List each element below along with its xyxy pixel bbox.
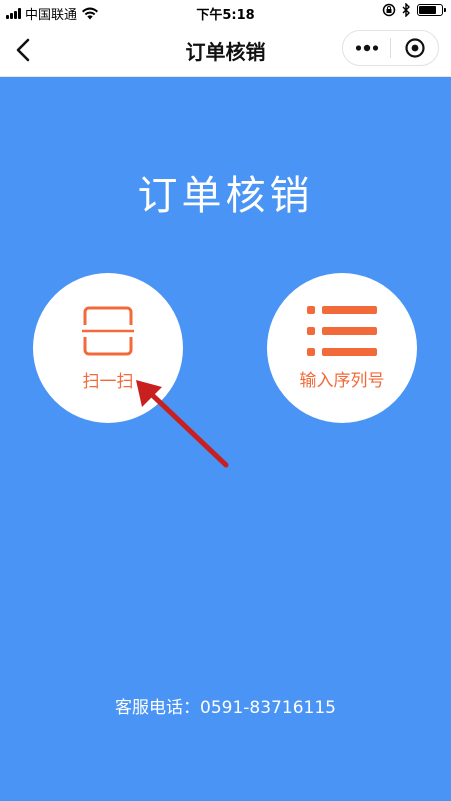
- battery-fill: [419, 6, 437, 14]
- target-close-icon: [404, 38, 425, 58]
- serial-label: 输入序列号: [299, 370, 385, 391]
- chevron-left-icon: [16, 38, 30, 62]
- enter-serial-button[interactable]: 输入序列号: [267, 273, 417, 423]
- page-title: 订单核销: [137, 173, 314, 219]
- scan-button[interactable]: 扫一扫: [33, 273, 183, 423]
- customer-service-hotline: 客服电话：0591-83716115: [115, 698, 336, 718]
- status-bar: 中国联通 下午5:18: [0, 0, 451, 24]
- mini-program-capsule: [342, 30, 439, 66]
- scan-frame-icon: [82, 306, 134, 355]
- nav-bar: 订单核销: [0, 24, 451, 77]
- scan-label: 扫一扫: [82, 371, 134, 392]
- battery-icon: [417, 4, 446, 16]
- status-right: [382, 3, 446, 17]
- list-icon: [307, 305, 377, 356]
- more-dots-icon: [355, 44, 378, 52]
- back-button[interactable]: [8, 34, 38, 66]
- close-mini-program-button[interactable]: [391, 31, 438, 65]
- more-button[interactable]: [343, 31, 390, 65]
- rotation-lock-icon: [382, 3, 396, 17]
- bluetooth-icon: [402, 3, 410, 17]
